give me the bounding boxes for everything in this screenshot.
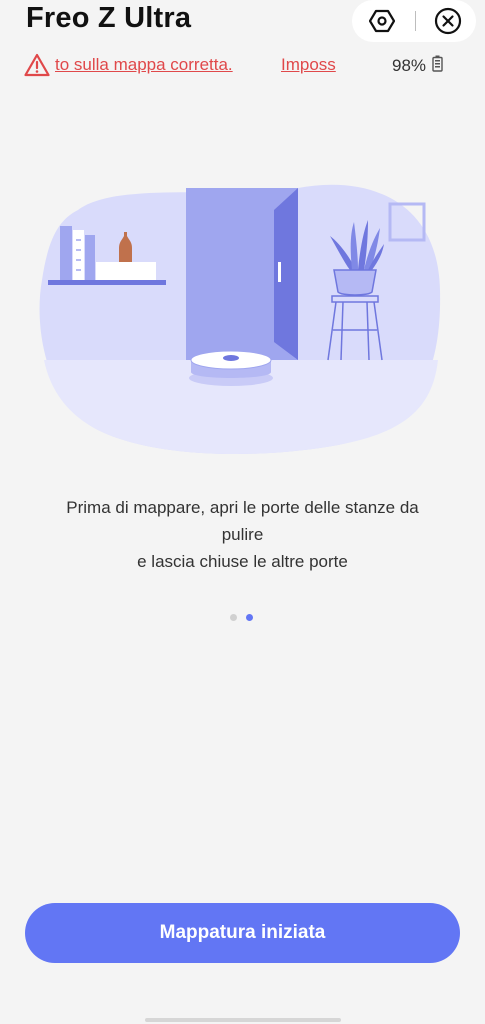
pager-dots	[230, 614, 253, 621]
battery-status: 98%	[392, 55, 443, 77]
robot-vacuum-sensor	[223, 355, 239, 361]
instruction-line-2: pulire	[221, 525, 264, 544]
divider	[414, 11, 416, 31]
open-door	[274, 188, 298, 360]
pager-dot-1[interactable]	[230, 614, 237, 621]
room-illustration	[38, 170, 442, 460]
battery-icon	[432, 55, 443, 77]
instruction-text: Prima di mappare, apri le porte delle st…	[20, 494, 465, 575]
plant-pot	[333, 269, 377, 296]
shelf	[48, 280, 166, 285]
pager-dot-2-active[interactable]	[246, 614, 253, 621]
start-mapping-button[interactable]: Mappatura iniziata	[25, 903, 460, 963]
instruction-line-1: Prima di mappare, apri le porte delle st…	[66, 498, 419, 517]
warning-triangle-icon	[24, 53, 50, 77]
instruction-line-3: e lascia chiuse le altre porte	[137, 552, 348, 571]
set-map-link[interactable]: Imposs	[281, 55, 336, 75]
door-handle	[278, 262, 281, 282]
battery-percent: 98%	[392, 56, 427, 75]
warning-banner: to sulla mappa corretta. Imposs 98%	[24, 53, 464, 79]
book	[85, 235, 95, 280]
mapping-guide-screen: Freo Z Ultra to sulla mappa corretta. Im…	[0, 0, 485, 1024]
warning-text[interactable]: to sulla mappa corretta.	[55, 55, 233, 75]
page-title: Freo Z Ultra	[26, 2, 192, 34]
book	[60, 226, 72, 280]
home-indicator	[145, 1018, 341, 1022]
hexagon-nut-icon[interactable]	[368, 7, 396, 35]
box	[96, 262, 156, 280]
book	[73, 230, 84, 280]
top-actions-pill	[352, 0, 476, 42]
close-circle-icon[interactable]	[434, 7, 462, 35]
